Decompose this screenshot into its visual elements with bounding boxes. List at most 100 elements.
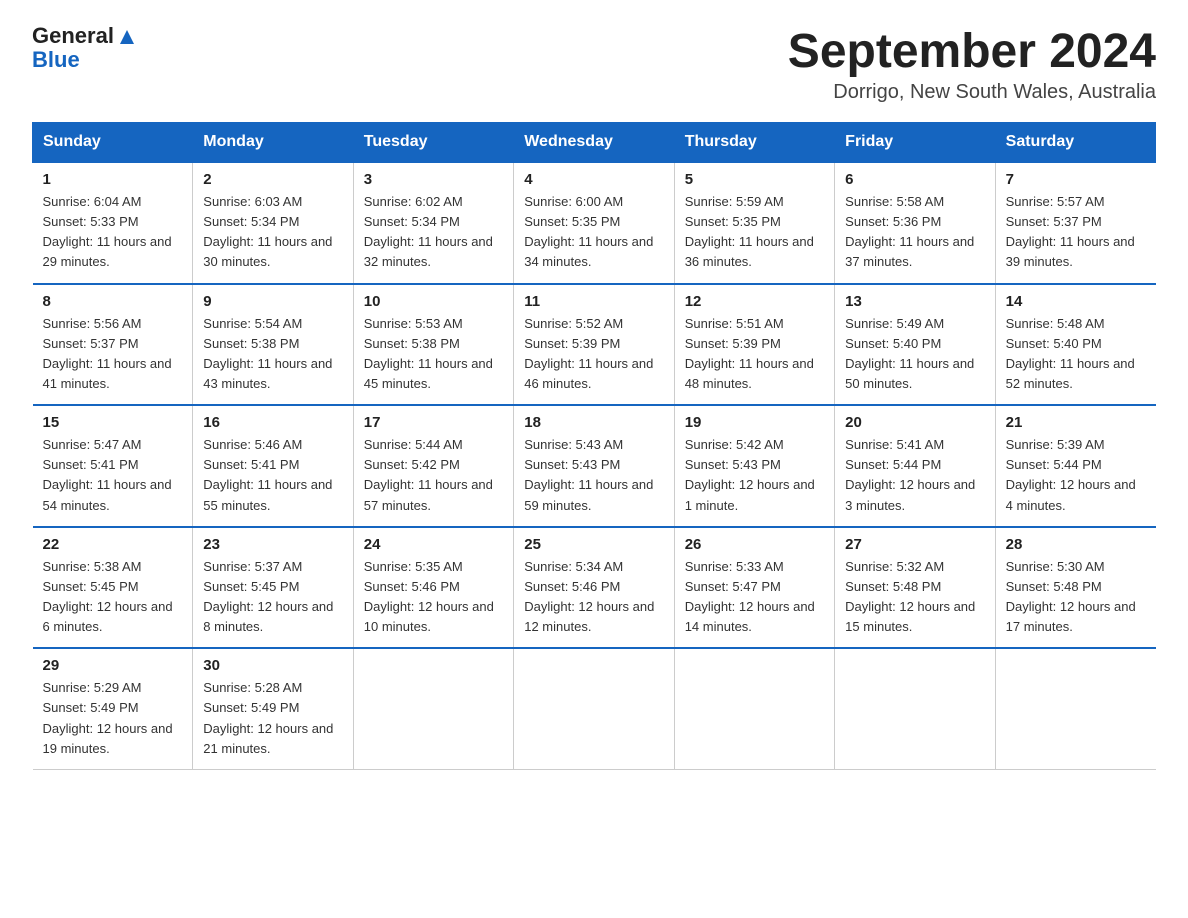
- day-info: Sunrise: 6:00 AMSunset: 5:35 PMDaylight:…: [524, 192, 663, 273]
- day-info: Sunrise: 5:30 AMSunset: 5:48 PMDaylight:…: [1006, 557, 1146, 638]
- logo-triangle-icon: [116, 26, 138, 48]
- day-number: 17: [364, 414, 503, 431]
- day-number: 11: [524, 293, 663, 310]
- calendar-header-tuesday: Tuesday: [353, 123, 513, 163]
- day-number: 22: [43, 536, 183, 553]
- day-info: Sunrise: 6:03 AMSunset: 5:34 PMDaylight:…: [203, 192, 342, 273]
- day-info: Sunrise: 5:46 AMSunset: 5:41 PMDaylight:…: [203, 435, 342, 516]
- day-number: 29: [43, 657, 183, 674]
- day-number: 21: [1006, 414, 1146, 431]
- calendar-week-row: 22 Sunrise: 5:38 AMSunset: 5:45 PMDaylig…: [33, 527, 1156, 649]
- day-info: Sunrise: 5:54 AMSunset: 5:38 PMDaylight:…: [203, 314, 342, 395]
- calendar-cell: 22 Sunrise: 5:38 AMSunset: 5:45 PMDaylig…: [33, 527, 193, 649]
- calendar-header-sunday: Sunday: [33, 123, 193, 163]
- day-info: Sunrise: 5:29 AMSunset: 5:49 PMDaylight:…: [43, 678, 183, 759]
- day-info: Sunrise: 5:33 AMSunset: 5:47 PMDaylight:…: [685, 557, 824, 638]
- calendar-cell: 30 Sunrise: 5:28 AMSunset: 5:49 PMDaylig…: [193, 648, 353, 769]
- logo-blue: Blue: [32, 47, 80, 72]
- calendar-cell: 28 Sunrise: 5:30 AMSunset: 5:48 PMDaylig…: [995, 527, 1155, 649]
- calendar-cell: 15 Sunrise: 5:47 AMSunset: 5:41 PMDaylig…: [33, 405, 193, 527]
- calendar-cell: 23 Sunrise: 5:37 AMSunset: 5:45 PMDaylig…: [193, 527, 353, 649]
- day-info: Sunrise: 6:04 AMSunset: 5:33 PMDaylight:…: [43, 192, 183, 273]
- calendar-cell: 12 Sunrise: 5:51 AMSunset: 5:39 PMDaylig…: [674, 284, 834, 406]
- day-info: Sunrise: 5:47 AMSunset: 5:41 PMDaylight:…: [43, 435, 183, 516]
- day-info: Sunrise: 5:28 AMSunset: 5:49 PMDaylight:…: [203, 678, 342, 759]
- calendar-cell: [674, 648, 834, 769]
- day-number: 1: [43, 171, 183, 188]
- day-number: 13: [845, 293, 984, 310]
- calendar-cell: 11 Sunrise: 5:52 AMSunset: 5:39 PMDaylig…: [514, 284, 674, 406]
- calendar-cell: 2 Sunrise: 6:03 AMSunset: 5:34 PMDayligh…: [193, 162, 353, 284]
- day-info: Sunrise: 5:38 AMSunset: 5:45 PMDaylight:…: [43, 557, 183, 638]
- day-info: Sunrise: 5:57 AMSunset: 5:37 PMDaylight:…: [1006, 192, 1146, 273]
- calendar-week-row: 15 Sunrise: 5:47 AMSunset: 5:41 PMDaylig…: [33, 405, 1156, 527]
- calendar-header-wednesday: Wednesday: [514, 123, 674, 163]
- calendar-cell: 27 Sunrise: 5:32 AMSunset: 5:48 PMDaylig…: [835, 527, 995, 649]
- calendar-cell: 16 Sunrise: 5:46 AMSunset: 5:41 PMDaylig…: [193, 405, 353, 527]
- calendar-cell: 18 Sunrise: 5:43 AMSunset: 5:43 PMDaylig…: [514, 405, 674, 527]
- day-number: 7: [1006, 171, 1146, 188]
- calendar-header-thursday: Thursday: [674, 123, 834, 163]
- calendar-table: SundayMondayTuesdayWednesdayThursdayFrid…: [32, 122, 1156, 770]
- calendar-cell: [514, 648, 674, 769]
- logo: General Blue: [32, 24, 138, 72]
- day-number: 25: [524, 536, 663, 553]
- day-number: 8: [43, 293, 183, 310]
- day-number: 9: [203, 293, 342, 310]
- day-info: Sunrise: 5:52 AMSunset: 5:39 PMDaylight:…: [524, 314, 663, 395]
- day-number: 24: [364, 536, 503, 553]
- day-number: 14: [1006, 293, 1146, 310]
- calendar-header-friday: Friday: [835, 123, 995, 163]
- day-number: 19: [685, 414, 824, 431]
- day-number: 12: [685, 293, 824, 310]
- day-info: Sunrise: 5:37 AMSunset: 5:45 PMDaylight:…: [203, 557, 342, 638]
- day-info: Sunrise: 5:32 AMSunset: 5:48 PMDaylight:…: [845, 557, 984, 638]
- day-number: 15: [43, 414, 183, 431]
- calendar-cell: 3 Sunrise: 6:02 AMSunset: 5:34 PMDayligh…: [353, 162, 513, 284]
- day-info: Sunrise: 5:42 AMSunset: 5:43 PMDaylight:…: [685, 435, 824, 516]
- day-number: 16: [203, 414, 342, 431]
- day-info: Sunrise: 5:48 AMSunset: 5:40 PMDaylight:…: [1006, 314, 1146, 395]
- calendar-week-row: 8 Sunrise: 5:56 AMSunset: 5:37 PMDayligh…: [33, 284, 1156, 406]
- calendar-cell: 10 Sunrise: 5:53 AMSunset: 5:38 PMDaylig…: [353, 284, 513, 406]
- day-number: 3: [364, 171, 503, 188]
- calendar-cell: 8 Sunrise: 5:56 AMSunset: 5:37 PMDayligh…: [33, 284, 193, 406]
- calendar-cell: 21 Sunrise: 5:39 AMSunset: 5:44 PMDaylig…: [995, 405, 1155, 527]
- day-info: Sunrise: 5:39 AMSunset: 5:44 PMDaylight:…: [1006, 435, 1146, 516]
- day-info: Sunrise: 5:51 AMSunset: 5:39 PMDaylight:…: [685, 314, 824, 395]
- day-number: 28: [1006, 536, 1146, 553]
- calendar-cell: 13 Sunrise: 5:49 AMSunset: 5:40 PMDaylig…: [835, 284, 995, 406]
- day-info: Sunrise: 5:35 AMSunset: 5:46 PMDaylight:…: [364, 557, 503, 638]
- calendar-cell: 20 Sunrise: 5:41 AMSunset: 5:44 PMDaylig…: [835, 405, 995, 527]
- day-number: 4: [524, 171, 663, 188]
- calendar-cell: 5 Sunrise: 5:59 AMSunset: 5:35 PMDayligh…: [674, 162, 834, 284]
- day-number: 20: [845, 414, 984, 431]
- calendar-cell: 1 Sunrise: 6:04 AMSunset: 5:33 PMDayligh…: [33, 162, 193, 284]
- calendar-cell: 6 Sunrise: 5:58 AMSunset: 5:36 PMDayligh…: [835, 162, 995, 284]
- day-info: Sunrise: 5:49 AMSunset: 5:40 PMDaylight:…: [845, 314, 984, 395]
- calendar-week-row: 29 Sunrise: 5:29 AMSunset: 5:49 PMDaylig…: [33, 648, 1156, 769]
- calendar-cell: 9 Sunrise: 5:54 AMSunset: 5:38 PMDayligh…: [193, 284, 353, 406]
- page-header: General Blue September 2024 Dorrigo, New…: [32, 24, 1156, 104]
- day-info: Sunrise: 5:56 AMSunset: 5:37 PMDaylight:…: [43, 314, 183, 395]
- day-number: 2: [203, 171, 342, 188]
- calendar-cell: 14 Sunrise: 5:48 AMSunset: 5:40 PMDaylig…: [995, 284, 1155, 406]
- day-number: 6: [845, 171, 984, 188]
- day-info: Sunrise: 5:34 AMSunset: 5:46 PMDaylight:…: [524, 557, 663, 638]
- calendar-cell: 17 Sunrise: 5:44 AMSunset: 5:42 PMDaylig…: [353, 405, 513, 527]
- day-number: 27: [845, 536, 984, 553]
- day-number: 23: [203, 536, 342, 553]
- calendar-header-monday: Monday: [193, 123, 353, 163]
- calendar-cell: 4 Sunrise: 6:00 AMSunset: 5:35 PMDayligh…: [514, 162, 674, 284]
- calendar-header-saturday: Saturday: [995, 123, 1155, 163]
- day-number: 18: [524, 414, 663, 431]
- subtitle: Dorrigo, New South Wales, Australia: [788, 81, 1156, 104]
- day-info: Sunrise: 6:02 AMSunset: 5:34 PMDaylight:…: [364, 192, 503, 273]
- day-number: 5: [685, 171, 824, 188]
- day-number: 10: [364, 293, 503, 310]
- calendar-cell: [995, 648, 1155, 769]
- calendar-cell: 29 Sunrise: 5:29 AMSunset: 5:49 PMDaylig…: [33, 648, 193, 769]
- day-info: Sunrise: 5:41 AMSunset: 5:44 PMDaylight:…: [845, 435, 984, 516]
- calendar-cell: 19 Sunrise: 5:42 AMSunset: 5:43 PMDaylig…: [674, 405, 834, 527]
- day-info: Sunrise: 5:53 AMSunset: 5:38 PMDaylight:…: [364, 314, 503, 395]
